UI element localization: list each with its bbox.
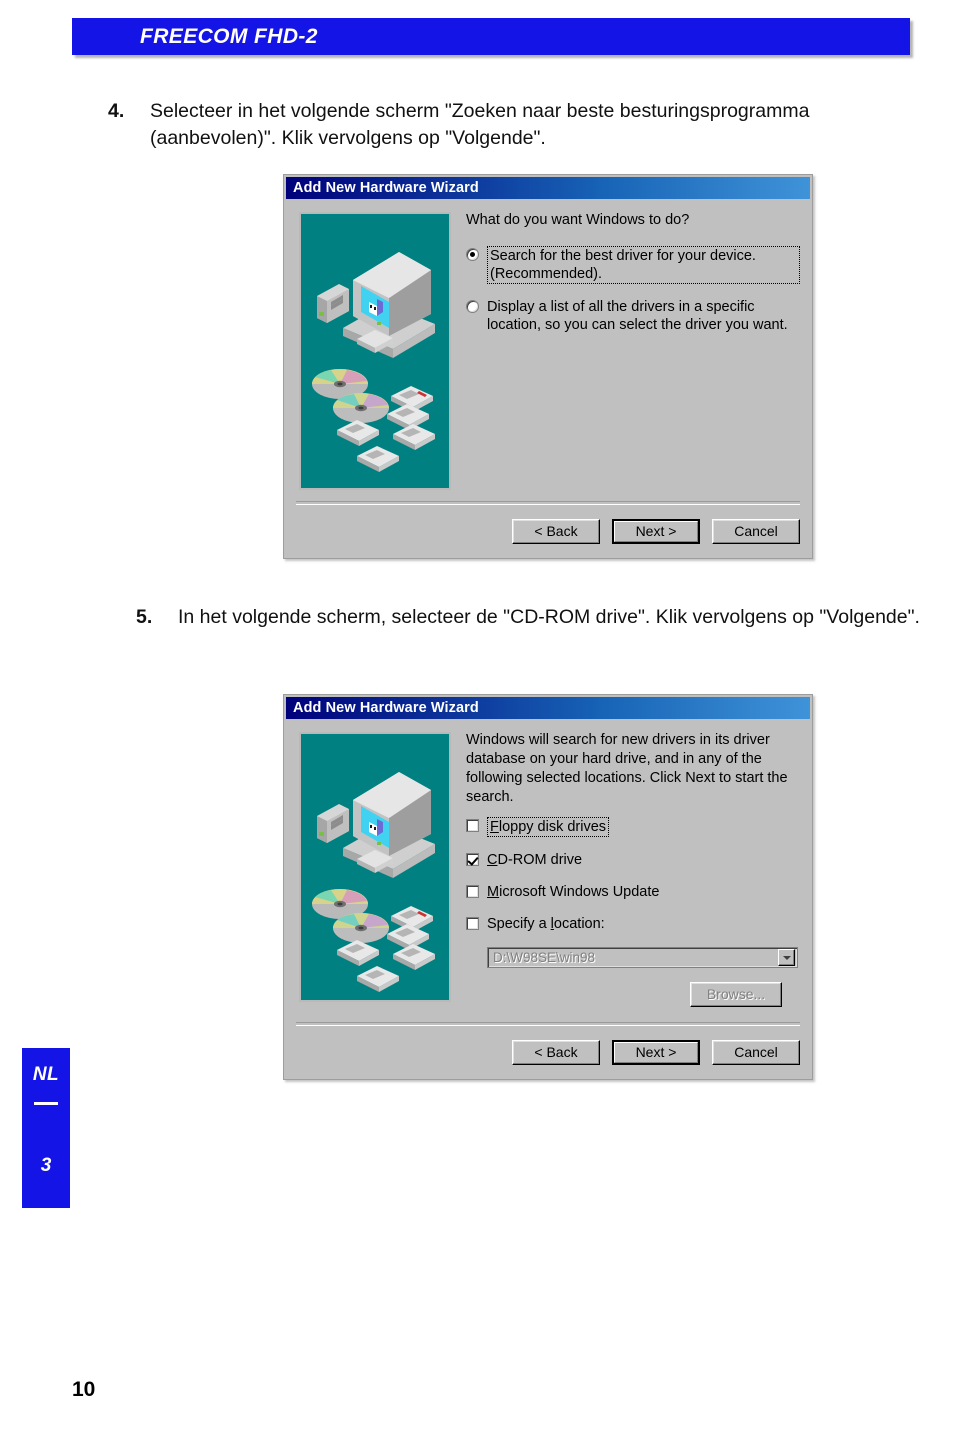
browse-button-label: Browse... (706, 986, 766, 1002)
radio-button-display-driver-list[interactable] (466, 300, 479, 313)
mnemonic-cdrom: C (487, 852, 498, 868)
checkbox-option-cd-rom-drive[interactable]: CD-ROM drive (466, 851, 800, 869)
dialog-2-body: Windows will search for new drivers in i… (284, 719, 812, 1077)
back-button-1[interactable]: < Back (512, 519, 600, 544)
radio-option-search-best-driver[interactable]: Search for the best driver for your devi… (466, 246, 800, 284)
next-button-2-label: Next > (614, 1042, 698, 1063)
hardware-illustration-1 (299, 212, 451, 490)
step-4-text: Selecteer in het volgende scherm "Zoeken… (150, 100, 810, 149)
checkbox-option-floppy-disk-drives[interactable]: Floppy disk drives (466, 817, 800, 837)
add-new-hardware-wizard-dialog-1: Add New Hardware Wizard What do you want… (283, 174, 813, 559)
radio-button-search-best-driver[interactable] (466, 248, 479, 261)
step-5-number: 5. (136, 606, 153, 628)
dialog-2-separator (296, 1022, 800, 1026)
section-number: 3 (40, 1155, 52, 1176)
computer-illustration-icon (313, 236, 441, 366)
language-tab: NL 3 (22, 1048, 70, 1208)
radio-label-search-best-driver: Search for the best driver for your devi… (487, 246, 800, 284)
checkbox-label-specify-a-location: Specify a location: (487, 916, 605, 932)
language-code: NL (32, 1064, 60, 1085)
dialog-2-prompt: Windows will search for new drivers in i… (466, 732, 788, 805)
hardware-illustration-2 (299, 732, 451, 1002)
cancel-button-2[interactable]: Cancel (712, 1040, 800, 1065)
next-button-2[interactable]: Next > (612, 1040, 700, 1065)
dialog-1-separator (296, 501, 800, 505)
add-new-hardware-wizard-dialog-2: Add New Hardware Wizard Windows will sea… (283, 694, 813, 1080)
location-combobox-value: D:\W98SE\win98 (493, 950, 596, 965)
dialog-1-prompt: What do you want Windows to do? (466, 212, 690, 228)
checkbox-microsoft-windows-update[interactable] (466, 885, 479, 898)
checkbox-specify-a-location[interactable] (466, 917, 479, 930)
location-combobox[interactable]: D:\W98SE\win98 (487, 947, 798, 968)
cancel-button-1[interactable]: Cancel (712, 519, 800, 544)
checkbox-cd-rom-drive[interactable] (466, 853, 479, 866)
mnemonic-floppy: F (490, 819, 499, 835)
mnemonic-location: l (550, 916, 554, 932)
page-number: 10 (72, 1378, 96, 1401)
dialog-1-body: What do you want Windows to do? Search f… (284, 199, 812, 556)
media-illustration-icon-2 (307, 884, 447, 999)
dialog-2-titlebar: Add New Hardware Wizard (286, 697, 810, 719)
browse-button[interactable]: Browse... (690, 982, 782, 1007)
back-button-2[interactable]: < Back (512, 1040, 600, 1065)
radio-option-display-driver-list[interactable]: Display a list of all the drivers in a s… (466, 298, 800, 334)
step-5-text: In het volgende scherm, selecteer de "CD… (178, 606, 920, 628)
media-illustration-icon (307, 364, 447, 479)
checkbox-option-microsoft-windows-update[interactable]: Microsoft Windows Update (466, 883, 800, 901)
chevron-down-icon[interactable] (778, 949, 795, 966)
mnemonic-msupdate: M (487, 884, 500, 900)
instruction-step-5: 5. In het volgende scherm, selecteer de … (136, 604, 938, 631)
page-title: FREECOM FHD-2 (140, 25, 318, 48)
back-button-2-label: < Back (534, 1044, 578, 1060)
computer-illustration-icon-2 (313, 756, 441, 886)
instruction-step-4: 4. Selecteer in het volgende scherm "Zoe… (108, 98, 938, 152)
checkbox-label-floppy-disk-drives: Floppy disk drives (487, 817, 610, 837)
cancel-button-2-label: Cancel (734, 1044, 778, 1060)
checkbox-label-microsoft-windows-update: Microsoft Windows Update (487, 884, 660, 900)
dialog-2-button-bar: < Back Next > Cancel (296, 1022, 800, 1065)
back-button-1-label: < Back (534, 523, 578, 539)
dialog-1-title: Add New Hardware Wizard (293, 180, 479, 196)
radio-label-display-driver-list: Display a list of all the drivers in a s… (487, 299, 788, 333)
checkbox-label-cd-rom-drive: CD-ROM drive (487, 852, 583, 868)
dialog-2-content: Windows will search for new drivers in i… (466, 731, 800, 1007)
checkbox-option-specify-a-location[interactable]: Specify a location: (466, 915, 800, 933)
cancel-button-1-label: Cancel (734, 523, 778, 539)
next-button-1-label: Next > (614, 521, 698, 542)
dialog-1-button-bar: < Back Next > Cancel (296, 501, 800, 544)
dialog-1-content: What do you want Windows to do? Search f… (466, 211, 800, 348)
dialog-2-title: Add New Hardware Wizard (293, 700, 479, 716)
checkbox-floppy-disk-drives[interactable] (466, 819, 479, 832)
dialog-1-titlebar: Add New Hardware Wizard (286, 177, 810, 199)
page-header: FREECOM FHD-2 (72, 18, 910, 55)
next-button-1[interactable]: Next > (612, 519, 700, 544)
step-4-number: 4. (108, 100, 125, 122)
language-tab-divider (34, 1102, 58, 1105)
